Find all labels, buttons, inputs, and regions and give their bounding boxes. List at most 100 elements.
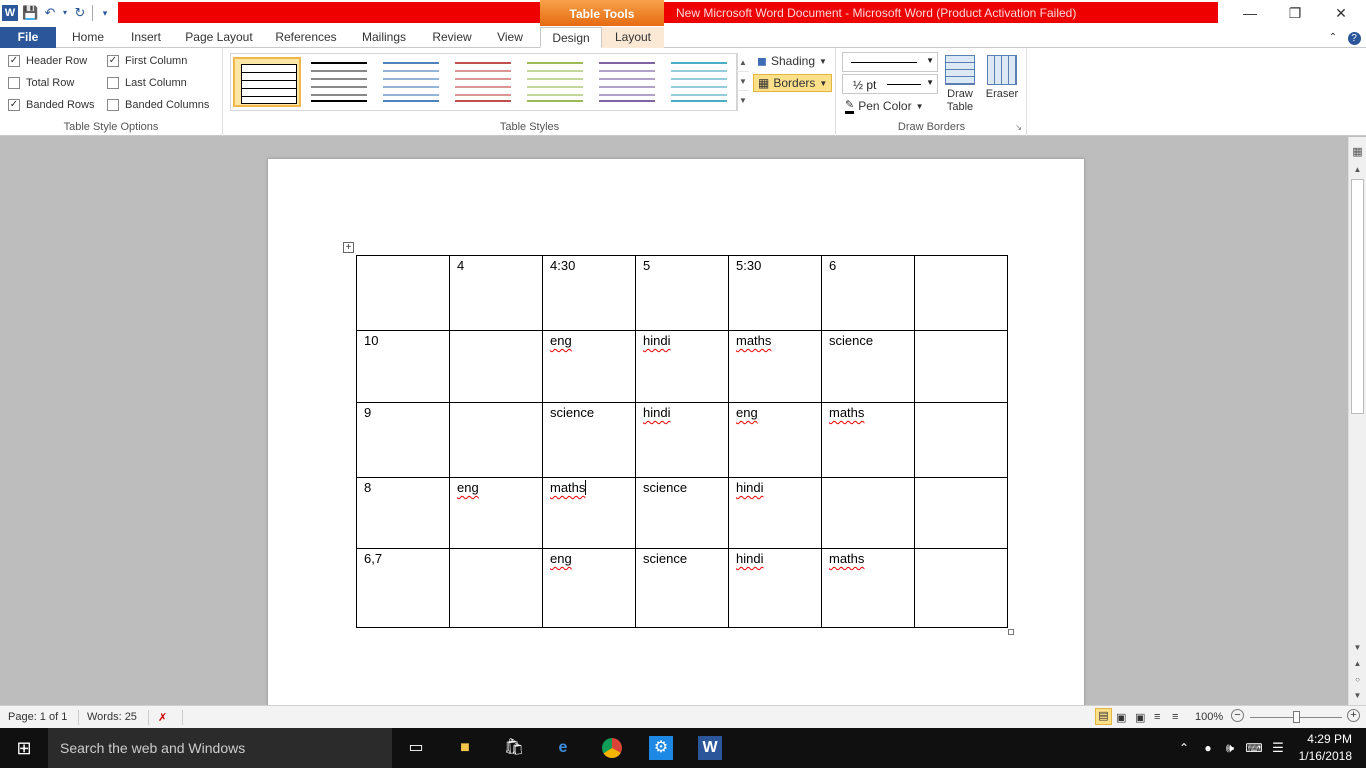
zoom-out-icon[interactable]: − xyxy=(1231,709,1244,722)
table-cell[interactable] xyxy=(449,402,543,478)
checkbox-checked[interactable]: ✓ xyxy=(8,55,20,67)
table-cell[interactable]: eng xyxy=(542,548,636,628)
tab-insert[interactable]: Insert xyxy=(120,27,172,48)
borders-button[interactable]: ▦ Borders ▼ xyxy=(753,74,833,92)
vertical-scrollbar[interactable]: ▦ ▲ ▼ ▲ ○ ▼ xyxy=(1348,137,1366,705)
header-row-option[interactable]: ✓ Header Row xyxy=(8,55,87,67)
start-windows-icon[interactable]: ⊞ xyxy=(12,736,36,760)
first-column-option[interactable]: ✓ First Column xyxy=(107,55,187,67)
table-cell[interactable]: maths xyxy=(542,477,636,549)
schedule-table[interactable]: 4 4:30 5 5:30 6 10 eng hindi maths science 9 scienc… xyxy=(356,255,1008,628)
checkbox-checked[interactable]: ✓ xyxy=(8,99,20,111)
line-weight-dropdown[interactable]: ½ pt ▼ xyxy=(842,74,938,94)
minimize-button[interactable]: — xyxy=(1236,4,1264,22)
table-cell[interactable]: 5 xyxy=(635,255,729,331)
gallery-more-arrow[interactable]: ▼ xyxy=(737,91,749,110)
table-cell[interactable] xyxy=(914,402,1008,478)
browse-object-icon[interactable]: ○ xyxy=(1349,675,1366,684)
zoom-in-icon[interactable]: + xyxy=(1347,709,1360,722)
tab-view[interactable]: View xyxy=(488,27,532,48)
draft-icon[interactable]: ≡ xyxy=(1172,711,1178,723)
edge-browser-icon[interactable]: e xyxy=(551,736,575,760)
table-style-swatch[interactable] xyxy=(593,57,661,107)
shading-button[interactable]: ◼ Shading ▼ xyxy=(757,54,827,68)
draw-table-button[interactable]: Draw Table xyxy=(941,55,979,114)
proofing-icon[interactable]: ✗ xyxy=(158,711,167,724)
table-cell[interactable]: maths xyxy=(821,402,915,478)
tab-review[interactable]: Review xyxy=(424,27,480,48)
gallery-down-arrow[interactable]: ▼ xyxy=(737,72,749,91)
action-center-icon[interactable]: ☰ xyxy=(1266,736,1290,760)
table-cell[interactable] xyxy=(914,548,1008,628)
task-view-icon[interactable]: ▭ xyxy=(404,736,428,760)
table-cell[interactable]: 9 xyxy=(356,402,450,478)
save-icon[interactable]: 💾 xyxy=(22,5,38,21)
help-icon[interactable]: ? xyxy=(1346,27,1362,48)
checkbox-checked[interactable]: ✓ xyxy=(107,55,119,67)
table-style-swatch[interactable] xyxy=(449,57,517,107)
tab-file[interactable]: File xyxy=(0,27,56,48)
tab-layout[interactable]: Layout xyxy=(602,27,664,48)
table-cell[interactable]: science xyxy=(542,402,636,478)
table-cell[interactable]: hindi xyxy=(728,477,822,549)
web-layout-icon[interactable]: ▣ xyxy=(1135,711,1145,724)
gallery-up-arrow[interactable]: ▲ xyxy=(737,53,749,72)
checkbox-unchecked[interactable] xyxy=(8,77,20,89)
table-cell[interactable] xyxy=(356,255,450,331)
zoom-slider-thumb[interactable] xyxy=(1293,711,1300,723)
settings-icon[interactable]: ⚙ xyxy=(649,736,673,760)
file-explorer-icon[interactable]: ■ xyxy=(453,736,477,760)
undo-dropdown-icon[interactable]: ▾ xyxy=(62,5,68,21)
table-style-swatch[interactable] xyxy=(233,57,301,107)
table-cell[interactable]: 8 xyxy=(356,477,450,549)
table-cell[interactable] xyxy=(914,477,1008,549)
table-cell[interactable] xyxy=(821,477,915,549)
network-icon[interactable]: ● xyxy=(1196,736,1220,760)
table-cell[interactable]: science xyxy=(635,548,729,628)
word-count[interactable]: Words: 25 xyxy=(87,711,137,723)
dialog-launcher-icon[interactable]: ↘ xyxy=(1015,123,1022,132)
line-style-dropdown[interactable]: ▼ xyxy=(842,52,938,72)
eraser-button[interactable]: Eraser xyxy=(983,55,1021,101)
word-taskbar-icon[interactable]: W xyxy=(698,736,722,760)
taskbar-clock[interactable]: 4:29 PM 1/16/2018 xyxy=(1299,731,1352,765)
table-cell[interactable]: eng xyxy=(542,330,636,403)
tab-references[interactable]: References xyxy=(268,27,344,48)
table-style-swatch[interactable] xyxy=(521,57,589,107)
word-app-icon[interactable]: W xyxy=(2,5,18,21)
chrome-icon[interactable] xyxy=(600,736,624,760)
redo-icon[interactable]: ↻ xyxy=(72,5,88,21)
volume-icon[interactable]: 🕪 xyxy=(1218,736,1242,760)
tab-design[interactable]: Design xyxy=(540,27,602,48)
banded-rows-option[interactable]: ✓ Banded Rows xyxy=(8,99,95,111)
ruler-toggle-icon[interactable]: ▦ xyxy=(1349,145,1366,158)
scroll-down-arrow[interactable]: ▼ xyxy=(1349,643,1366,652)
tab-page-layout[interactable]: Page Layout xyxy=(180,27,258,48)
table-cell[interactable]: hindi xyxy=(635,402,729,478)
table-cell[interactable]: maths xyxy=(821,548,915,628)
previous-page-icon[interactable]: ▲ xyxy=(1349,659,1366,668)
page-count[interactable]: Page: 1 of 1 xyxy=(8,711,67,723)
close-button[interactable]: ✕ xyxy=(1327,4,1355,22)
table-cell[interactable]: hindi xyxy=(635,330,729,403)
table-style-swatch[interactable] xyxy=(377,57,445,107)
show-hidden-icons-icon[interactable]: ⌃ xyxy=(1172,736,1196,760)
scroll-thumb[interactable] xyxy=(1351,179,1364,414)
full-screen-reading-icon[interactable]: ▣ xyxy=(1116,711,1126,724)
document-page[interactable]: + 4 4:30 5 5:30 6 10 eng hindi maths science 9 scie… xyxy=(268,159,1084,705)
banded-columns-option[interactable]: Banded Columns xyxy=(107,99,209,111)
last-column-option[interactable]: Last Column xyxy=(107,77,187,89)
outline-icon[interactable]: ≡ xyxy=(1154,711,1160,723)
table-cell[interactable]: maths xyxy=(728,330,822,403)
table-cell[interactable]: science xyxy=(821,330,915,403)
ribbon-minimize-icon[interactable]: ⌃ xyxy=(1326,27,1340,48)
table-cell[interactable]: science xyxy=(635,477,729,549)
table-style-swatch[interactable] xyxy=(305,57,373,107)
table-cell[interactable]: eng xyxy=(728,402,822,478)
store-icon[interactable]: 🛍 xyxy=(502,736,526,760)
checkbox-unchecked[interactable] xyxy=(107,77,119,89)
table-cell[interactable]: eng xyxy=(449,477,543,549)
restore-button[interactable]: ❐ xyxy=(1281,4,1309,22)
table-cell[interactable]: 5:30 xyxy=(728,255,822,331)
table-cell[interactable] xyxy=(914,330,1008,403)
